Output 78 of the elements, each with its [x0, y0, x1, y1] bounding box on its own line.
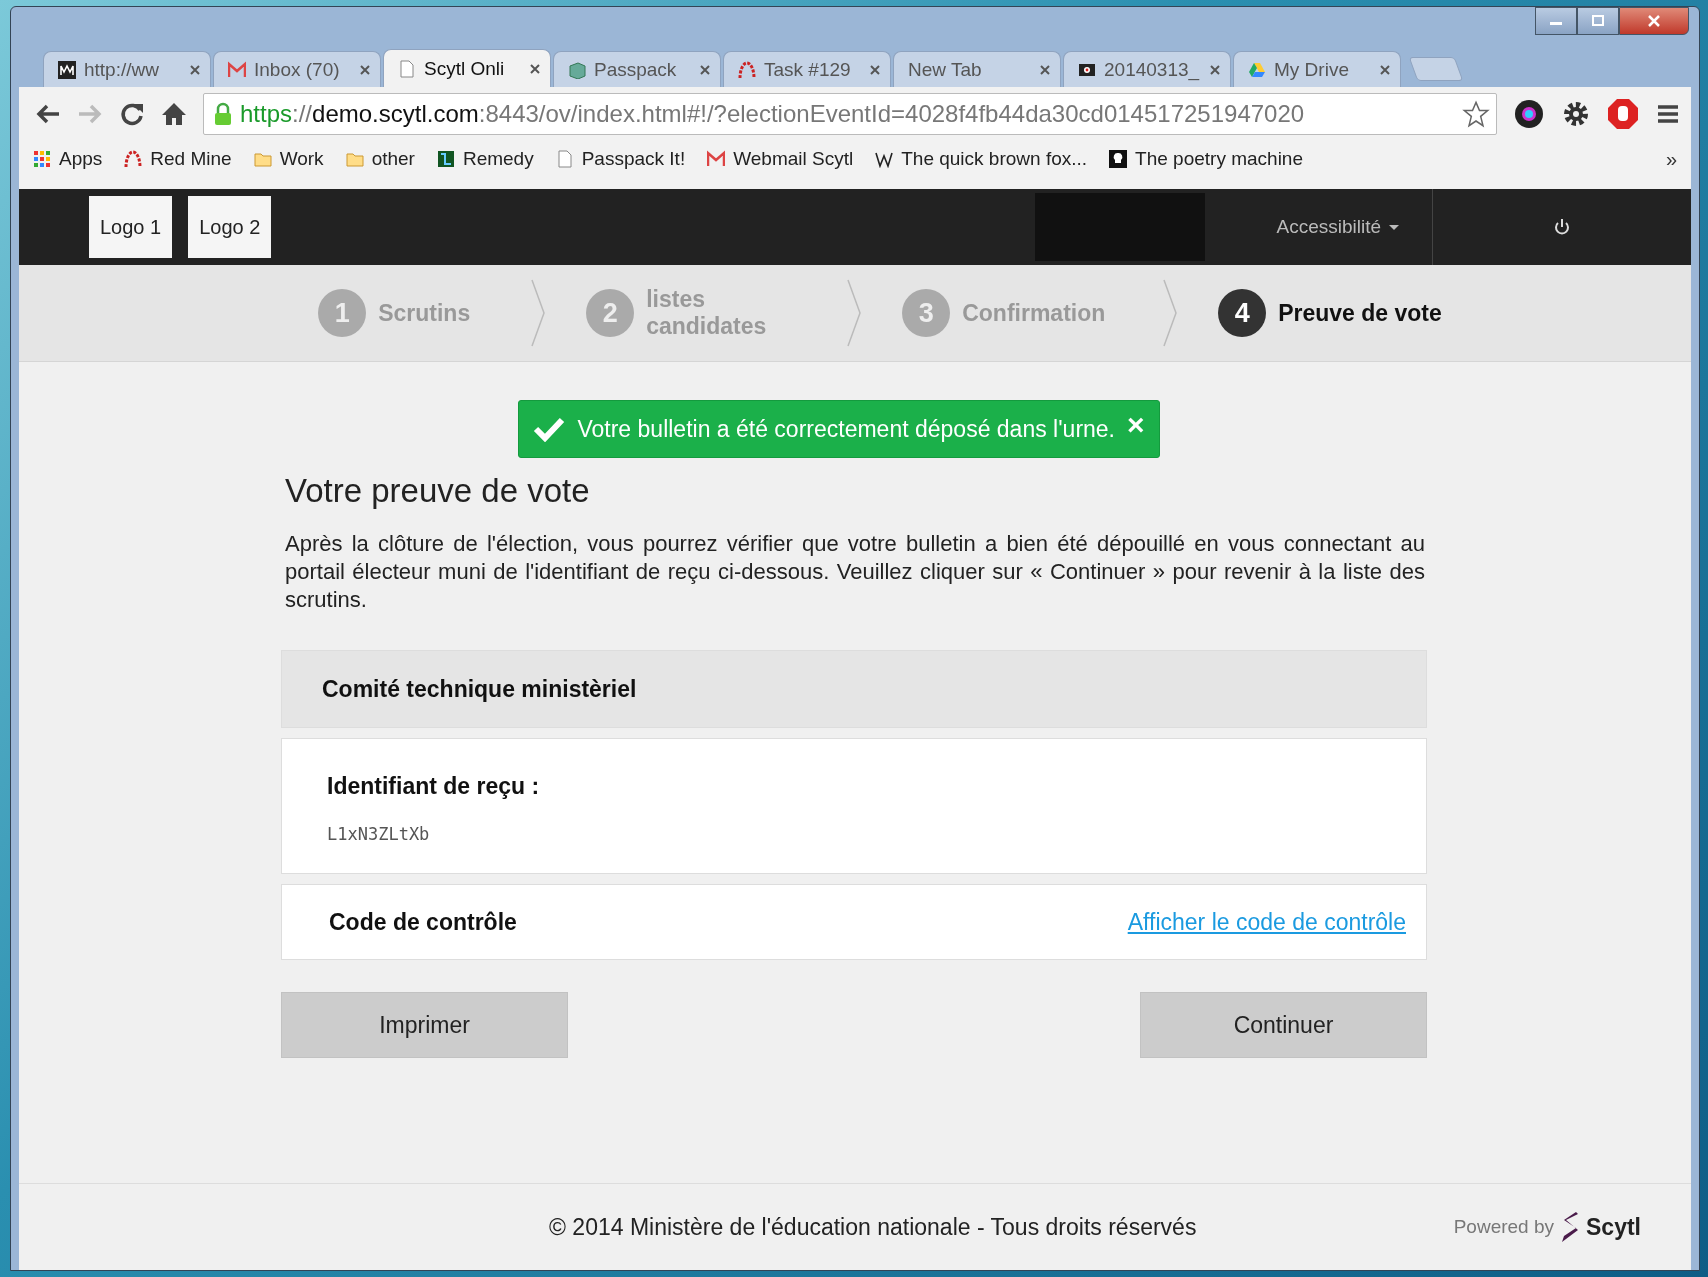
bookmark-item[interactable]: The poetry machine [1109, 148, 1303, 170]
bookmark-item[interactable]: Remedy [436, 148, 534, 170]
close-tab-icon[interactable] [190, 64, 200, 75]
bookmark-item[interactable]: Webmail Scytl [707, 148, 854, 170]
reload-icon[interactable] [119, 101, 145, 127]
copyright-text: © 2014 Ministère de l'éducation nationale - Tous droits réservés [549, 1213, 1198, 1241]
folder-icon [253, 150, 272, 168]
settings-icon[interactable] [1561, 99, 1591, 129]
close-tab-icon[interactable] [360, 64, 370, 75]
close-icon [1647, 15, 1661, 27]
action-button[interactable]: Continuer [1140, 992, 1427, 1058]
page-heading: Votre preuve de vote [285, 472, 591, 510]
w-letter-icon [875, 150, 894, 168]
control-code-label: Code de contrôle [329, 908, 517, 936]
url-text: https://demo.scytl.com:8443/ov/index.html#!/?electionEventId=4028f4fb44da30cd014517251947020 [240, 100, 1306, 128]
page-icon [555, 150, 574, 168]
page-icon [398, 59, 416, 78]
chevron-divider [846, 278, 863, 348]
apps-grid-icon [33, 150, 51, 168]
bookmark-item[interactable]: Red Mine [124, 148, 232, 170]
browser-tab[interactable]: New Tab [893, 51, 1061, 87]
brand-name: Scytl [1586, 1213, 1641, 1241]
m-logo-icon [58, 60, 76, 79]
bookmark-item[interactable]: Passpack It! [555, 148, 686, 170]
triangle-logo-icon [1248, 60, 1266, 79]
cube-icon [568, 60, 586, 79]
alert-message: Votre bulletin a été correctement déposé dans l'urne. [577, 415, 1115, 443]
checkmark-icon [533, 416, 566, 442]
action-button[interactable]: Imprimer [281, 992, 568, 1058]
browser-tab[interactable]: My Drive [1233, 51, 1401, 87]
powered-by-text: Powered by [1453, 1216, 1554, 1238]
close-tab-icon[interactable] [530, 63, 540, 74]
browser-tab[interactable]: Passpack [553, 51, 721, 87]
power-icon[interactable] [1554, 218, 1571, 236]
browser-tab[interactable]: Inbox (70) [213, 51, 381, 87]
receipt-id: L1xN3ZLtXb [327, 824, 430, 844]
minimize-button[interactable] [1535, 7, 1577, 35]
close-tab-icon[interactable] [700, 64, 710, 75]
bookmark-item[interactable]: The quick brown fox... [875, 148, 1088, 170]
chevron-divider [1162, 278, 1179, 348]
square-logo-icon [436, 150, 455, 168]
envelope-icon [228, 60, 246, 79]
maximize-icon [1591, 15, 1605, 27]
folder-icon [345, 150, 364, 168]
bookmark-item[interactable]: Apps [33, 148, 103, 170]
browser-tab[interactable]: 20140313_ [1063, 51, 1231, 87]
address-bar[interactable]: https://demo.scytl.com:8443/ov/index.html#!/?electionEventId=4028f4fb44da30cd014517251947020 [203, 93, 1497, 135]
arc-icon [124, 150, 143, 168]
back-icon[interactable] [35, 103, 61, 125]
close-button[interactable] [1619, 7, 1689, 35]
envelope-icon [707, 150, 726, 168]
bookmark-item[interactable]: Work [253, 148, 324, 170]
receipt-label: Identifiant de reçu : [327, 773, 540, 800]
close-tab-icon[interactable] [1040, 64, 1050, 75]
browser-tab[interactable]: http://ww [43, 51, 211, 87]
logo-text: Logo 1 [100, 215, 162, 239]
s-logo-icon [1560, 1210, 1580, 1244]
arc-icon [738, 60, 756, 79]
browser-tab[interactable]: Task #129 [723, 51, 891, 87]
close-tab-icon[interactable] [1380, 64, 1390, 75]
logo-text: Logo 2 [199, 215, 261, 239]
intro-paragraph: Après la clôture de l'élection, vous pourrez vérifier que votre bulletin a bien été dépouillé en vous connectant au portail électeur muni de l'identifiant de reçu ci-dessous. Veuillez cliquer sur « Continuer » pour revenir à la liste des scrutins. [285, 530, 1425, 614]
home-icon[interactable] [161, 101, 187, 127]
election-name: Comité technique ministèriel [322, 675, 637, 703]
bulb-icon [1109, 150, 1128, 168]
star-icon[interactable] [1462, 100, 1490, 128]
lock-icon [214, 102, 232, 126]
browser-tab[interactable]: Scytl Onli [383, 49, 551, 87]
more-bookmarks-button[interactable]: » [1665, 147, 1677, 171]
chevron-divider [530, 278, 547, 348]
close-tab-icon[interactable] [870, 64, 880, 75]
bookmark-item[interactable]: other [345, 148, 415, 170]
camera-lens-icon[interactable] [1513, 98, 1545, 130]
maximize-button[interactable] [1577, 7, 1619, 35]
close-tab-icon[interactable] [1210, 64, 1220, 75]
stop-hand-icon[interactable] [1607, 98, 1639, 130]
wizard-step[interactable]: 4 Preuve de vote [1218, 289, 1442, 337]
menu-icon[interactable] [1655, 102, 1681, 126]
